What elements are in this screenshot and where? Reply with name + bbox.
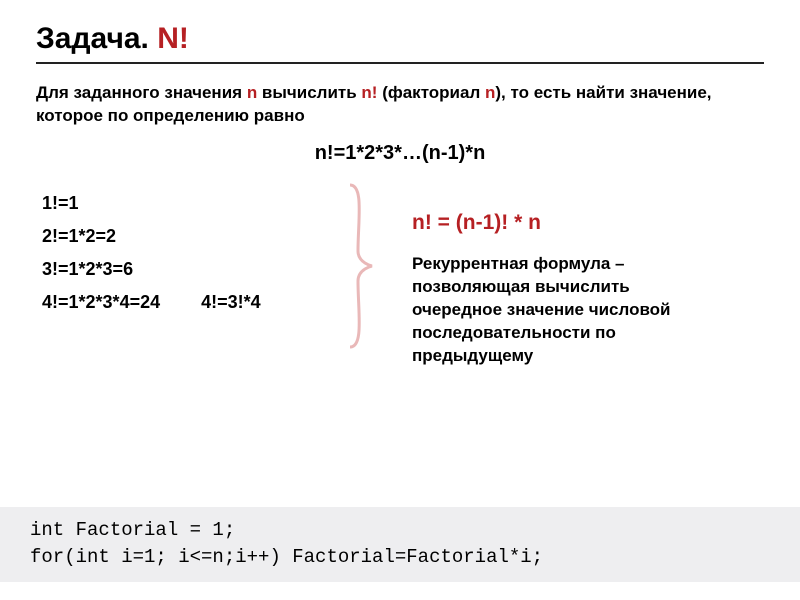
- recurrence-column: n! = (n-1)! * n Рекуррентная формула – п…: [412, 211, 712, 368]
- title-prefix: Задача.: [36, 22, 157, 55]
- intro-p2: вычислить: [257, 83, 361, 102]
- intro-p1: Для заданного значения: [36, 83, 247, 102]
- fact-4-row: 4!=1*2*3*4=24 4!=3!*4: [42, 292, 342, 313]
- factorial-examples: 1!=1 2!=1*2=2 3!=1*2*3=6 4!=1*2*3*4=24 4…: [36, 181, 342, 325]
- fact-3: 3!=1*2*3=6: [42, 259, 342, 280]
- code-line-2: for(int i=1; i<=n;i++) Factorial=Factori…: [30, 544, 770, 572]
- factorial-definition-formula: n!=1*2*3*…(n-1)*n: [36, 142, 764, 165]
- code-block: int Factorial = 1; for(int i=1; i<=n;i++…: [0, 507, 800, 582]
- code-line-1: int Factorial = 1;: [30, 517, 770, 545]
- intro-n1: n: [247, 83, 257, 102]
- middle-row: 1!=1 2!=1*2=2 3!=1*2*3=6 4!=1*2*3*4=24 4…: [36, 181, 764, 368]
- intro-nf: n!: [361, 83, 377, 102]
- fact-4-recur: 4!=3!*4: [201, 292, 261, 313]
- fact-1: 1!=1: [42, 193, 342, 214]
- brace-icon: [342, 181, 382, 351]
- recurrence-formula: n! = (n-1)! * n: [412, 211, 712, 235]
- intro-p3: (факториал: [377, 83, 485, 102]
- intro-n2: n: [485, 83, 495, 102]
- title-red: N!: [157, 22, 189, 55]
- title-divider: [36, 62, 764, 64]
- recurrence-explanation: Рекуррентная формула – позволяющая вычис…: [412, 253, 712, 368]
- intro-paragraph: Для заданного значения n вычислить n! (ф…: [36, 82, 764, 128]
- fact-4: 4!=1*2*3*4=24: [42, 292, 160, 312]
- slide-title: Задача. N!: [36, 22, 764, 56]
- fact-2: 2!=1*2=2: [42, 226, 342, 247]
